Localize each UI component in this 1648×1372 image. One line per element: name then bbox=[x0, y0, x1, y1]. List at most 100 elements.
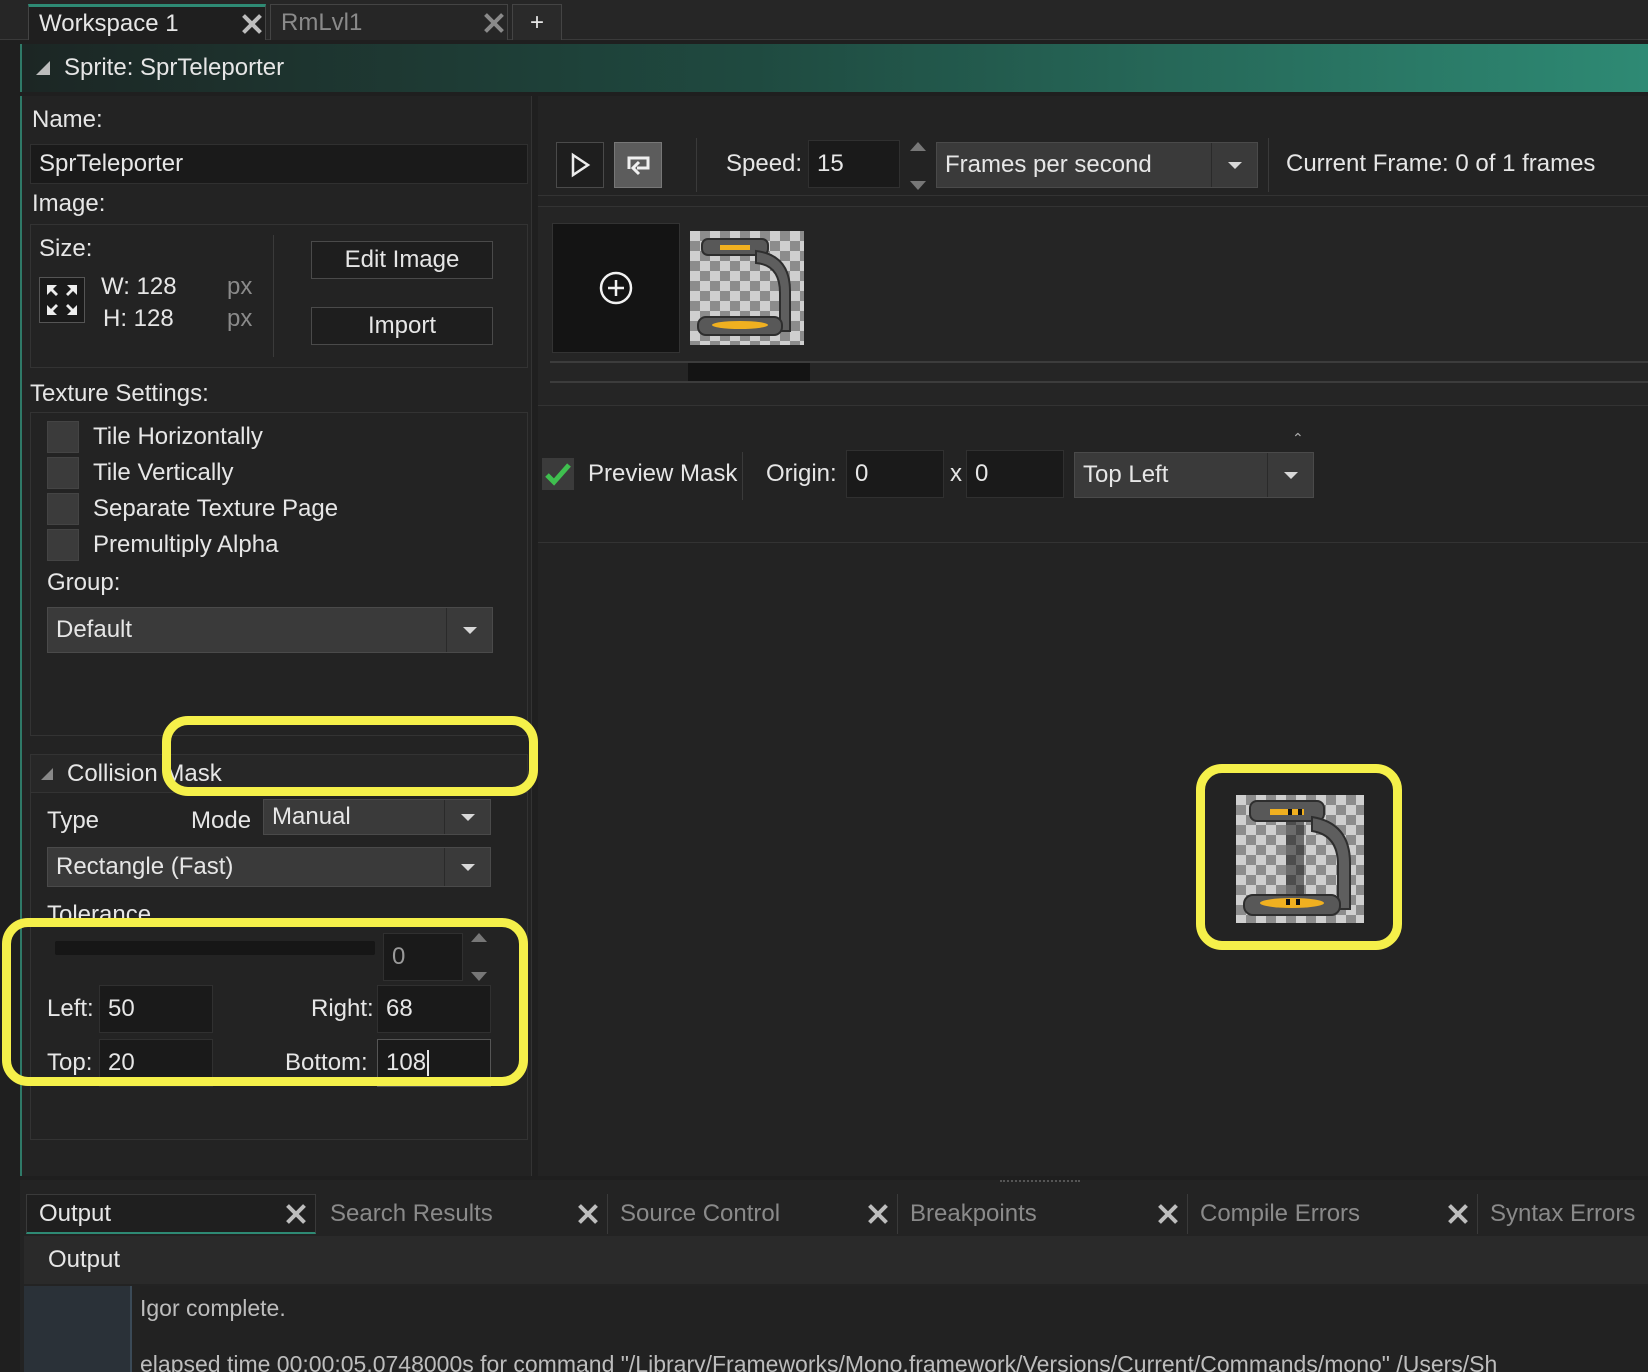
mask-type-dropdown[interactable]: Rectangle (Fast) bbox=[47, 847, 491, 887]
resize-button[interactable] bbox=[39, 277, 85, 323]
sprite-title: Sprite: SprTeleporter bbox=[64, 54, 285, 81]
separate-texture-page-option[interactable]: Separate Texture Page bbox=[47, 493, 338, 525]
chevron-down-icon[interactable] bbox=[446, 608, 492, 652]
texture-settings-group: Tile Horizontally Tile Vertically Separa… bbox=[30, 412, 528, 736]
checkbox[interactable] bbox=[47, 529, 79, 561]
sprite-name-input[interactable]: SprTeleporter bbox=[30, 144, 528, 184]
tab-label: Source Control bbox=[620, 1200, 781, 1227]
name-label: Name: bbox=[32, 106, 103, 133]
collapse-triangle-icon[interactable] bbox=[36, 61, 50, 75]
loop-icon bbox=[627, 156, 650, 176]
tab-compile-errors[interactable]: Compile Errors bbox=[1188, 1194, 1478, 1234]
option-label: Tile Horizontally bbox=[93, 423, 263, 450]
option-label: Tile Vertically bbox=[93, 459, 234, 486]
speed-unit-value: Frames per second bbox=[945, 151, 1152, 178]
close-icon[interactable] bbox=[1445, 1201, 1471, 1227]
add-tab-button[interactable]: + bbox=[512, 4, 562, 40]
output-gutter bbox=[24, 1286, 132, 1372]
tab-label: Output bbox=[39, 1199, 112, 1227]
speed-unit-dropdown[interactable]: Frames per second bbox=[936, 142, 1258, 188]
width-unit: px bbox=[227, 273, 253, 300]
preview-mask-checkbox[interactable] bbox=[542, 458, 574, 490]
preview-highlight bbox=[1196, 764, 1402, 950]
divider bbox=[696, 138, 697, 192]
resize-grip[interactable] bbox=[1000, 1180, 1080, 1184]
tab-label: Syntax Errors bbox=[1490, 1200, 1636, 1227]
premultiply-alpha-option[interactable]: Premultiply Alpha bbox=[47, 529, 278, 561]
log-line: elapsed time 00:00:05.0748000s for comma… bbox=[140, 1351, 1498, 1372]
divider bbox=[1268, 138, 1269, 192]
sprite-preview-area: Speed: 15 Frames per second Current Fram… bbox=[538, 96, 1648, 1176]
workspace-tab-bar: Workspace 1 RmLvl1 + bbox=[0, 0, 1648, 40]
close-icon[interactable] bbox=[481, 10, 507, 36]
tab-syntax-errors[interactable]: Syntax Errors bbox=[1478, 1194, 1648, 1234]
workspace-tab-1[interactable]: Workspace 1 bbox=[28, 4, 266, 40]
playback-toolbar: Speed: 15 Frames per second Current Fram… bbox=[538, 134, 1648, 196]
group-label: Group: bbox=[47, 569, 121, 596]
timeline-track bbox=[550, 381, 1648, 383]
close-icon[interactable] bbox=[575, 1201, 601, 1227]
teleporter-sprite-icon bbox=[697, 238, 791, 336]
chevron-down-icon[interactable] bbox=[1211, 143, 1257, 187]
arrow-down-icon[interactable] bbox=[910, 181, 926, 190]
chevron-down-icon[interactable] bbox=[444, 848, 490, 886]
size-label: Size: bbox=[39, 235, 93, 262]
origin-y-input[interactable]: 0 bbox=[966, 450, 1064, 498]
current-frame-label: Current Frame: 0 of 1 frames bbox=[1286, 150, 1596, 177]
checkbox[interactable] bbox=[47, 457, 79, 489]
arrow-up-icon[interactable] bbox=[910, 142, 926, 151]
bounds-highlight bbox=[2, 918, 528, 1086]
output-log[interactable]: Igor complete. elapsed time 00:00:05.074… bbox=[140, 1286, 1648, 1372]
import-button[interactable]: Import bbox=[311, 307, 493, 345]
chevron-down-icon[interactable] bbox=[444, 800, 490, 834]
sprite-editor-header: Sprite: SprTeleporter bbox=[20, 44, 1648, 92]
tab-breakpoints[interactable]: Breakpoints bbox=[898, 1194, 1188, 1234]
collapse-chevron-icon[interactable]: ⌃ bbox=[1292, 430, 1304, 447]
edit-image-button[interactable]: Edit Image bbox=[311, 241, 493, 279]
checkbox[interactable] bbox=[47, 493, 79, 525]
output-header: Output bbox=[24, 1236, 1648, 1284]
frame-strip bbox=[538, 206, 1648, 406]
play-button[interactable] bbox=[556, 142, 604, 188]
tab-search-results[interactable]: Search Results bbox=[318, 1194, 608, 1234]
origin-preset-dropdown[interactable]: Top Left bbox=[1074, 452, 1314, 498]
option-label: Separate Texture Page bbox=[93, 495, 339, 522]
mask-type-value: Rectangle (Fast) bbox=[56, 853, 234, 880]
checkbox[interactable] bbox=[47, 421, 79, 453]
speed-input[interactable]: 15 bbox=[808, 140, 900, 188]
collapse-triangle-icon[interactable] bbox=[41, 767, 53, 780]
loop-button[interactable] bbox=[614, 142, 662, 188]
sprite-canvas[interactable] bbox=[538, 542, 1648, 1168]
checkmark-icon bbox=[545, 463, 571, 486]
group-value: Default bbox=[56, 616, 133, 643]
group-dropdown[interactable]: Default bbox=[47, 607, 493, 653]
option-label: Premultiply Alpha bbox=[93, 531, 279, 558]
origin-x-input[interactable]: 0 bbox=[846, 450, 944, 498]
chevron-down-icon[interactable] bbox=[1267, 453, 1313, 497]
tab-output[interactable]: Output bbox=[26, 1194, 316, 1234]
divider bbox=[742, 452, 743, 500]
image-label: Image: bbox=[32, 190, 106, 217]
tile-vertically-option[interactable]: Tile Vertically bbox=[47, 457, 233, 489]
type-label: Type bbox=[47, 807, 100, 834]
close-icon[interactable] bbox=[283, 1201, 309, 1227]
close-icon[interactable] bbox=[239, 11, 265, 37]
output-panel: Output Search Results Source Control Bre… bbox=[20, 1180, 1648, 1372]
mode-value: Manual bbox=[272, 803, 351, 830]
tab-label: RmLvl1 bbox=[281, 8, 363, 36]
speed-label: Speed: bbox=[726, 150, 803, 177]
mode-dropdown[interactable]: Manual bbox=[263, 799, 491, 835]
log-line: Igor complete. bbox=[140, 1295, 286, 1321]
tab-source-control[interactable]: Source Control bbox=[608, 1194, 898, 1234]
origin-label: Origin: bbox=[766, 460, 837, 487]
tab-label: Breakpoints bbox=[910, 1200, 1037, 1227]
add-frame-button[interactable] bbox=[552, 223, 680, 353]
workspace-tab-rmlvl1[interactable]: RmLvl1 bbox=[270, 4, 508, 40]
preview-mask-label: Preview Mask bbox=[588, 460, 738, 487]
speed-stepper[interactable] bbox=[906, 142, 930, 190]
close-icon[interactable] bbox=[1155, 1201, 1181, 1227]
expand-arrows-icon bbox=[47, 285, 77, 315]
close-icon[interactable] bbox=[865, 1201, 891, 1227]
frame-thumbnail-0[interactable] bbox=[690, 231, 804, 345]
tile-horizontally-option[interactable]: Tile Horizontally bbox=[47, 421, 263, 453]
